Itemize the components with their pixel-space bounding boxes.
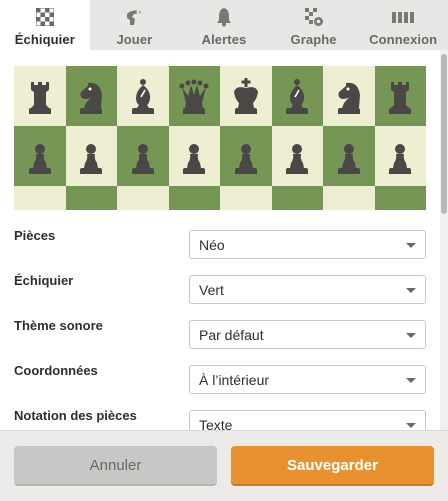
board-square bbox=[117, 66, 169, 126]
select-value: Texte bbox=[199, 416, 233, 431]
cancel-button[interactable]: Annuler bbox=[14, 446, 217, 486]
pawn-piece-icon bbox=[389, 144, 412, 174]
board-square bbox=[271, 66, 323, 126]
settings-scroll-area: Pièces Néo Échiquier Vert Thème sonore P… bbox=[0, 50, 448, 430]
queen-piece-icon bbox=[179, 79, 209, 114]
chevron-down-icon bbox=[406, 333, 416, 338]
board-square bbox=[168, 186, 220, 210]
board-select[interactable]: Vert bbox=[189, 275, 426, 304]
chevron-down-icon bbox=[406, 288, 416, 293]
bell-icon bbox=[213, 6, 235, 28]
board-square bbox=[220, 126, 272, 186]
tab-graphe[interactable]: Graphe bbox=[269, 0, 359, 50]
setting-row-sound: Thème sonore Par défaut bbox=[14, 318, 426, 349]
tab-jouer[interactable]: Jouer bbox=[90, 0, 180, 50]
setting-label: Pièces bbox=[14, 228, 56, 243]
piece-notation-select[interactable]: Texte bbox=[189, 410, 426, 430]
pawn-piece-icon bbox=[131, 144, 154, 174]
tab-alertes[interactable]: Alertes bbox=[179, 0, 269, 50]
board-square bbox=[271, 126, 323, 186]
setting-label: Échiquier bbox=[14, 273, 74, 288]
scrollbar-thumb[interactable] bbox=[441, 54, 447, 214]
board-square bbox=[117, 126, 169, 186]
chevron-down-icon bbox=[406, 243, 416, 248]
pawn-piece-icon bbox=[337, 144, 360, 174]
board-preview bbox=[14, 66, 426, 210]
board-square bbox=[14, 66, 66, 126]
board-gear-icon bbox=[303, 6, 325, 28]
coordinates-select[interactable]: À l’intérieur bbox=[189, 365, 426, 394]
pawn-piece-icon bbox=[183, 144, 206, 174]
board-square bbox=[323, 186, 375, 210]
pawn-piece-icon bbox=[80, 144, 103, 174]
board-square bbox=[117, 186, 169, 210]
chevron-down-icon bbox=[406, 378, 416, 383]
board-square bbox=[168, 66, 220, 126]
select-value: À l’intérieur bbox=[199, 371, 270, 388]
pawn-piece-icon bbox=[286, 144, 309, 174]
tab-label: Jouer bbox=[116, 32, 153, 47]
tab-connexion[interactable]: Connexion bbox=[358, 0, 448, 50]
chevron-down-icon bbox=[406, 423, 416, 428]
tab-label: Alertes bbox=[201, 32, 247, 47]
board-square bbox=[220, 186, 272, 210]
board-square bbox=[14, 186, 66, 210]
king-piece-icon bbox=[233, 78, 258, 114]
board-square bbox=[65, 126, 117, 186]
select-value: Néo bbox=[199, 236, 225, 253]
board-square bbox=[374, 126, 426, 186]
setting-label: Coordonnées bbox=[14, 363, 98, 378]
checkerboard-icon bbox=[34, 6, 56, 28]
board-square bbox=[65, 186, 117, 210]
setting-row-pieces: Pièces Néo bbox=[14, 228, 426, 259]
tab-echiquier[interactable]: Échiquier bbox=[0, 0, 90, 50]
setting-row-coordinates: Coordonnées À l’intérieur bbox=[14, 363, 426, 394]
knight-piece-icon bbox=[337, 82, 360, 114]
knight-piece-icon bbox=[80, 82, 103, 114]
bishop-piece-icon bbox=[286, 79, 309, 114]
board-square bbox=[374, 66, 426, 126]
board-square bbox=[220, 66, 272, 126]
board-square bbox=[323, 126, 375, 186]
setting-label: Notation des pièces bbox=[14, 408, 137, 423]
pieces-select[interactable]: Néo bbox=[189, 230, 426, 259]
board-square bbox=[323, 66, 375, 126]
save-button[interactable]: Sauvegarder bbox=[231, 446, 434, 486]
board-square bbox=[374, 186, 426, 210]
board-square bbox=[168, 126, 220, 186]
setting-label: Thème sonore bbox=[14, 318, 103, 333]
board-square bbox=[14, 126, 66, 186]
sound-theme-select[interactable]: Par défaut bbox=[189, 320, 426, 349]
setting-row-notation: Notation des pièces Texte bbox=[14, 408, 426, 430]
rook-piece-icon bbox=[28, 82, 51, 114]
tab-label: Échiquier bbox=[14, 32, 75, 47]
connection-bars-icon bbox=[392, 6, 415, 28]
setting-row-echiquier: Échiquier Vert bbox=[14, 273, 426, 304]
rook-piece-icon bbox=[389, 82, 412, 114]
footer-bar: Annuler Sauvegarder bbox=[0, 430, 448, 501]
tab-bar: Échiquier Jouer Alertes Graphe Connexion bbox=[0, 0, 448, 50]
tab-label: Connexion bbox=[369, 32, 438, 47]
pawn-piece-icon bbox=[28, 144, 51, 174]
board-square bbox=[271, 186, 323, 210]
board-square bbox=[65, 66, 117, 126]
select-value: Vert bbox=[199, 281, 224, 298]
pawn-hand-icon bbox=[123, 6, 145, 28]
select-value: Par défaut bbox=[199, 326, 264, 343]
pawn-piece-icon bbox=[234, 144, 257, 174]
tab-label: Graphe bbox=[290, 32, 337, 47]
bishop-piece-icon bbox=[131, 79, 154, 114]
